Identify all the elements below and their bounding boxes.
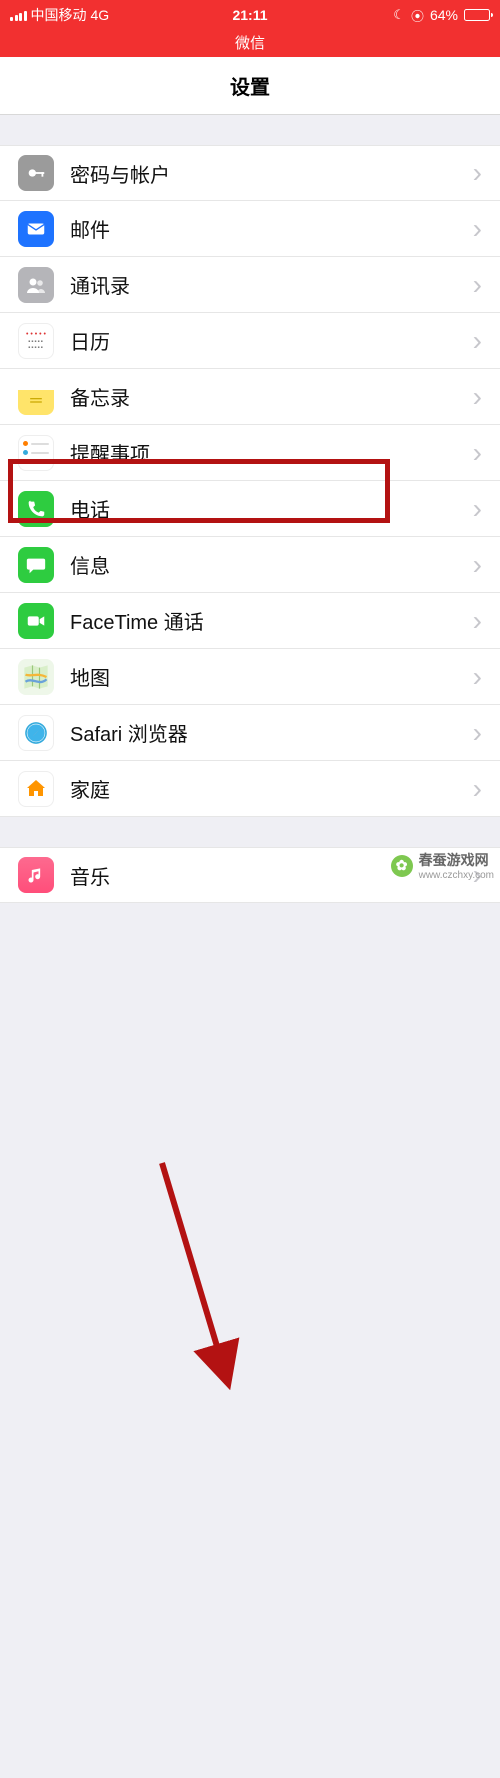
mail-icon xyxy=(18,211,54,247)
settings-row-facetime[interactable]: FaceTime 通话› xyxy=(0,593,500,649)
settings-row-phone[interactable]: 电话› xyxy=(0,481,500,537)
row-label: 邮件 xyxy=(70,214,473,243)
status-bar: 中国移动 4G 21:11 ☾ ⦿ 64% xyxy=(0,0,500,30)
chevron-right-icon: › xyxy=(473,495,482,523)
chevron-right-icon: › xyxy=(473,271,482,299)
dnd-icon: ☾ xyxy=(393,7,405,23)
settings-row-safari[interactable]: Safari 浏览器› xyxy=(0,705,500,761)
row-label: 信息 xyxy=(70,550,473,579)
battery-icon xyxy=(464,9,490,21)
alarm-icon: ⦿ xyxy=(411,6,424,25)
row-label: FaceTime 通话 xyxy=(70,606,473,635)
phone-icon xyxy=(18,491,54,527)
app-subtitle: 微信 xyxy=(0,30,500,57)
row-label: 提醒事项 xyxy=(70,438,473,467)
calendar-icon: • • • • •▪▪▪▪▪▪▪▪▪▪ xyxy=(18,323,54,359)
page-title: 设置 xyxy=(0,57,500,115)
chevron-right-icon: › xyxy=(473,439,482,467)
settings-row-calendar[interactable]: • • • • •▪▪▪▪▪▪▪▪▪▪ 日历› xyxy=(0,313,500,369)
row-label: 备忘录 xyxy=(70,382,473,411)
row-label: 电话 xyxy=(70,494,473,523)
chevron-right-icon: › xyxy=(473,551,482,579)
settings-row-notes[interactable]: 备忘录› xyxy=(0,369,500,425)
chevron-right-icon: › xyxy=(473,607,482,635)
row-label: 日历 xyxy=(70,326,473,355)
settings-row-mail[interactable]: 邮件› xyxy=(0,201,500,257)
safari-icon xyxy=(18,715,54,751)
chevron-right-icon: › xyxy=(473,663,482,691)
music-icon xyxy=(18,857,54,893)
chevron-right-icon: › xyxy=(473,215,482,243)
chevron-right-icon: › xyxy=(473,327,482,355)
key-icon xyxy=(18,155,54,191)
messages-icon xyxy=(18,547,54,583)
watermark: ✿ 春蚕游戏网 www.czchxy.com xyxy=(391,850,494,881)
annotation-arrow xyxy=(0,933,500,1778)
settings-row-maps[interactable]: 地图› xyxy=(0,649,500,705)
settings-row-home[interactable]: 家庭› xyxy=(0,761,500,817)
chevron-right-icon: › xyxy=(473,383,482,411)
chevron-right-icon: › xyxy=(473,719,482,747)
watermark-title: 春蚕游戏网 xyxy=(419,852,489,868)
notes-icon xyxy=(18,379,54,415)
network-label: 4G xyxy=(91,7,110,23)
row-label: Safari 浏览器 xyxy=(70,718,473,747)
home-icon xyxy=(18,771,54,807)
row-label: 家庭 xyxy=(70,774,473,803)
settings-row-reminders[interactable]: 提醒事项› xyxy=(0,425,500,481)
settings-row-passwords[interactable]: 密码与帐户› xyxy=(0,145,500,201)
battery-percent: 64% xyxy=(430,7,458,23)
chevron-right-icon: › xyxy=(473,159,482,187)
row-label: 通讯录 xyxy=(70,270,473,299)
maps-icon xyxy=(18,659,54,695)
carrier-label: 中国移动 xyxy=(31,5,87,25)
watermark-icon: ✿ xyxy=(391,855,413,877)
facetime-icon xyxy=(18,603,54,639)
status-time: 21:11 xyxy=(232,7,267,23)
settings-list: 密码与帐户›邮件›通讯录›• • • • •▪▪▪▪▪▪▪▪▪▪日历›备忘录›提… xyxy=(0,115,500,933)
settings-row-messages[interactable]: 信息› xyxy=(0,537,500,593)
settings-row-contacts[interactable]: 通讯录› xyxy=(0,257,500,313)
chevron-right-icon: › xyxy=(473,775,482,803)
row-label: 密码与帐户 xyxy=(70,159,473,188)
contacts-icon xyxy=(18,267,54,303)
row-label: 地图 xyxy=(70,662,473,691)
signal-icon xyxy=(10,9,27,21)
watermark-url: www.czchxy.com xyxy=(419,870,494,881)
reminders-icon xyxy=(18,435,54,471)
